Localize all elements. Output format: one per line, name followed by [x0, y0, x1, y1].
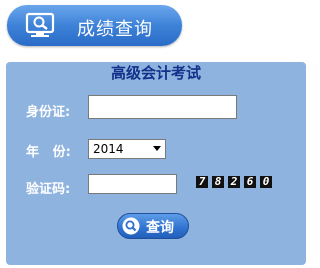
captcha-digit: 0 — [260, 176, 272, 188]
year-select-value: 2014 — [93, 142, 124, 156]
id-input[interactable] — [88, 95, 237, 119]
panel-title: 高级会计考试 — [110, 64, 201, 82]
captcha-digit: 8 — [212, 176, 224, 188]
query-button-label: 查询 — [146, 220, 174, 236]
monitor-search-icon — [25, 12, 55, 37]
id-label: 身份证: — [26, 105, 71, 120]
captcha-digit: 7 — [196, 176, 208, 188]
header-tab: 成绩查询 — [7, 5, 182, 46]
year-select[interactable]: 2014 — [88, 139, 166, 159]
captcha-digit: 2 — [228, 176, 240, 188]
captcha-image[interactable]: 7 8 2 6 0 — [196, 176, 272, 188]
year-label: 年 份: — [26, 145, 71, 160]
page-title: 成绩查询 — [77, 19, 153, 40]
chevron-down-icon — [153, 146, 161, 151]
magnifier-icon — [122, 217, 140, 235]
captcha-digit: 6 — [244, 176, 256, 188]
captcha-input[interactable] — [88, 174, 177, 194]
captcha-label: 验证码: — [26, 182, 71, 197]
query-panel: 高级会计考试 身份证: 年 份: 2014 验证码: 7 8 2 6 0 查询 — [6, 62, 306, 265]
query-button[interactable]: 查询 — [117, 213, 189, 239]
